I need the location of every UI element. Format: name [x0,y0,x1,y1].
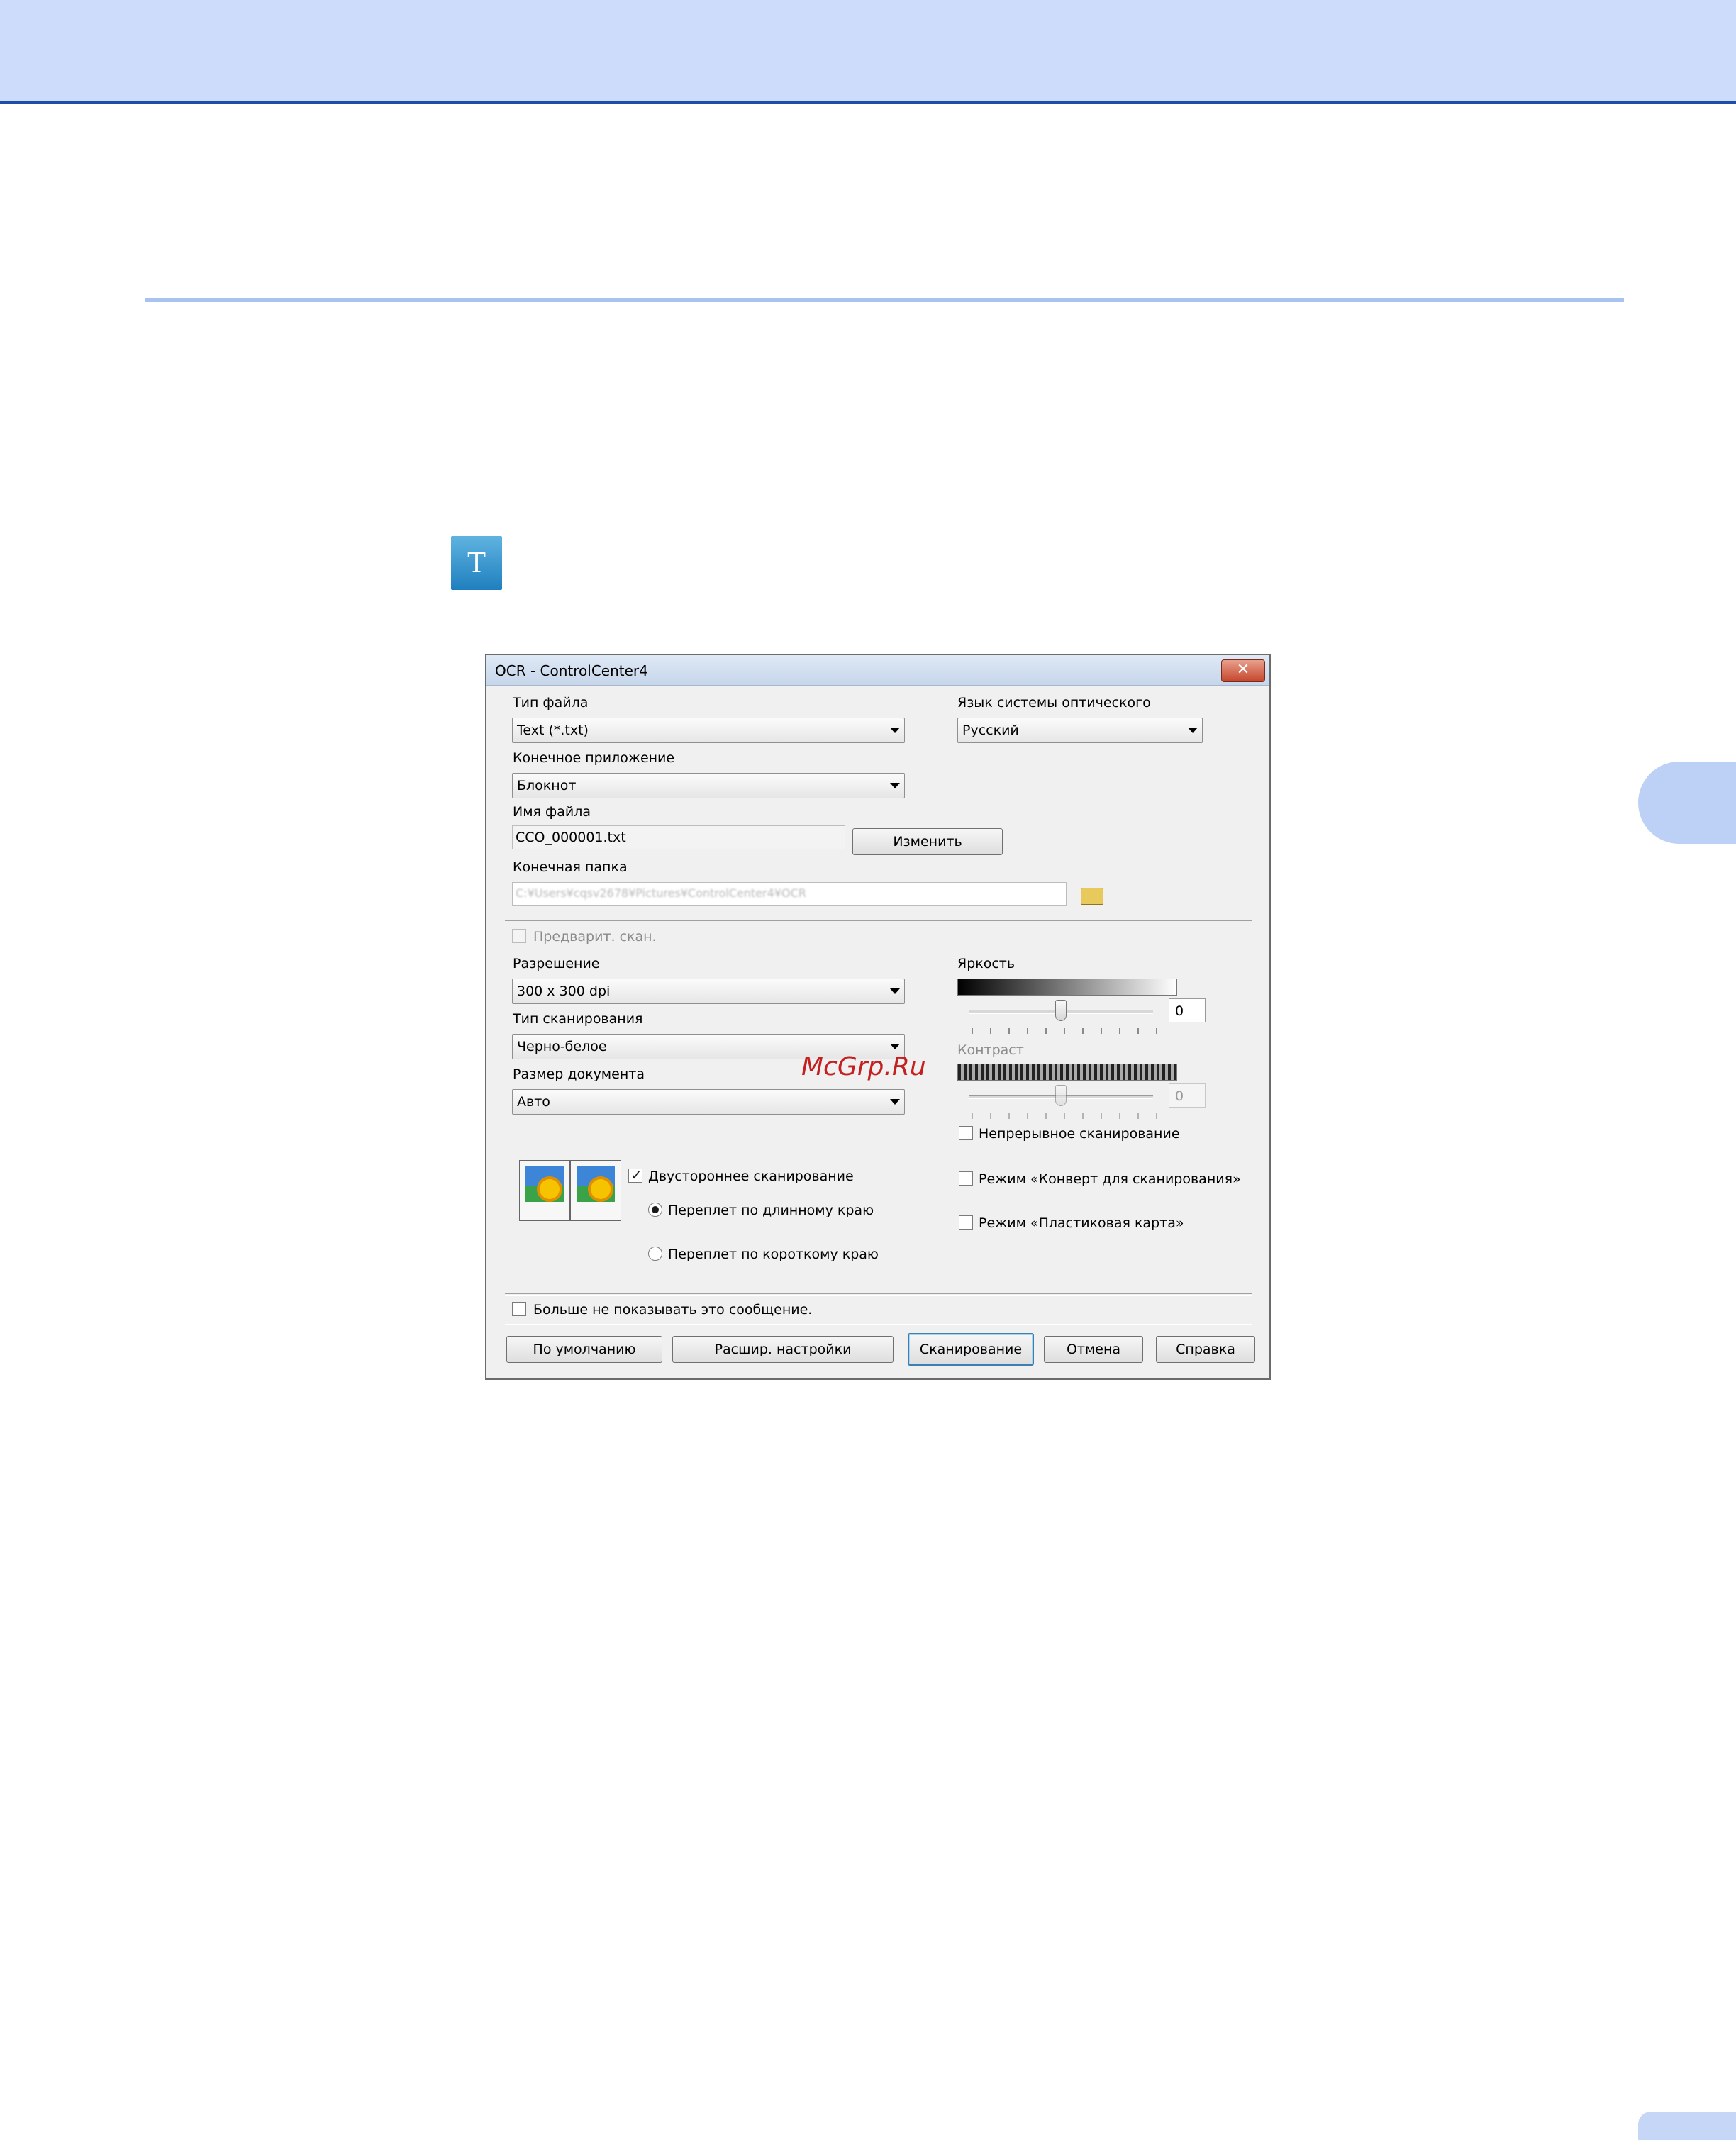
chevron-down-icon [1188,728,1198,733]
dest-folder-label: Конечная папка [513,859,628,875]
contrast-input[interactable]: 0 [1169,1083,1206,1108]
change-filename-button[interactable]: Изменить [852,828,1003,855]
duplex-page-left-image [519,1160,570,1221]
binding-short-radio[interactable] [648,1247,662,1261]
brightness-input[interactable]: 0 [1169,998,1206,1022]
dialog-titlebar: OCR - ControlCenter4 ✕ [486,655,1269,686]
sunflower-icon [591,1179,611,1199]
binding-long-radio[interactable] [648,1203,662,1217]
resolution-label: Разрешение [513,956,600,971]
ocr-language-select[interactable]: Русский [957,718,1203,743]
brightness-slider-thumb[interactable] [1055,1000,1067,1021]
ocr-text-icon: T [451,536,502,590]
brightness-value: 0 [1175,1003,1184,1019]
target-app-value: Блокнот [517,778,577,793]
plastic-card-checkbox[interactable] [959,1215,973,1230]
checkmark-icon: ✓ [630,1166,642,1183]
duplex-checkbox[interactable]: ✓ [628,1166,642,1183]
chevron-down-icon [890,1099,900,1105]
contrast-pattern [957,1064,1177,1081]
dont-show-label: Больше не показывать это сообщение. [533,1302,813,1317]
brightness-ticks [972,1028,1157,1034]
contrast-value: 0 [1175,1088,1184,1104]
ocr-language-label: Язык системы оптического [957,695,1151,710]
separator [505,920,1252,923]
dest-folder-field[interactable]: C:¥Users¥cqsv2678¥Pictures¥ControlCenter… [512,882,1067,906]
brightness-gradient [957,979,1177,996]
file-name-label: Имя файла [513,804,591,820]
browse-folder-icon[interactable] [1081,888,1103,905]
separator [505,1322,1252,1325]
duplex-page-right-image [570,1160,621,1221]
sunflower-picture [525,1166,564,1202]
target-app-label: Конечное приложение [513,750,675,766]
close-button[interactable]: ✕ [1221,659,1265,682]
sunflower-picture [577,1166,615,1202]
separator [505,1293,1252,1296]
prescan-checkbox[interactable] [512,929,526,943]
watermark-text: McGrp.Ru [801,1052,926,1081]
page-number-tab [1638,2112,1736,2140]
chevron-down-icon [890,988,900,994]
file-name-field: CCO_000001.txt [512,825,845,849]
section-rule [145,298,1624,302]
scan-type-value: Черно-белое [517,1039,607,1054]
file-name-value: CCO_000001.txt [516,830,626,845]
contrast-slider-thumb[interactable] [1055,1085,1067,1106]
continuous-scan-label: Непрерывное сканирование [979,1126,1180,1142]
sunflower-icon [540,1179,560,1199]
chapter-tab [1638,762,1736,844]
envelope-mode-label: Режим «Конверт для сканирования» [979,1171,1241,1187]
default-button[interactable]: По умолчанию [506,1336,662,1363]
chevron-down-icon [890,728,900,733]
file-type-select[interactable]: Text (*.txt) [512,718,905,743]
chevron-down-icon [890,1044,900,1049]
dest-folder-value: C:¥Users¥cqsv2678¥Pictures¥ControlCenter… [516,886,806,900]
page-header-band [0,0,1736,104]
binding-long-label: Переплет по длинному краю [668,1203,874,1218]
dialog-title: OCR - ControlCenter4 [495,662,648,679]
file-type-label: Тип файла [513,695,589,710]
target-app-select[interactable]: Блокнот [512,773,905,798]
resolution-value: 300 x 300 dpi [517,983,611,999]
file-type-value: Text (*.txt) [517,723,589,738]
doc-size-label: Размер документа [513,1066,645,1082]
ocr-dialog: OCR - ControlCenter4 ✕ Тип файла Text (*… [485,654,1271,1380]
doc-size-select[interactable]: Авто [512,1089,905,1115]
resolution-select[interactable]: 300 x 300 dpi [512,979,905,1004]
cancel-button[interactable]: Отмена [1044,1336,1143,1363]
brightness-label: Яркость [957,956,1016,971]
contrast-label: Контраст [957,1042,1024,1058]
scan-button[interactable]: Сканирование [908,1333,1034,1366]
prescan-label: Предварит. скан. [533,929,657,944]
plastic-card-label: Режим «Пластиковая карта» [979,1215,1184,1231]
scan-type-label: Тип сканирования [513,1011,643,1027]
dont-show-checkbox[interactable] [512,1302,526,1316]
doc-size-value: Авто [517,1094,550,1110]
radio-selected-dot [652,1206,659,1213]
envelope-mode-checkbox[interactable] [959,1171,973,1186]
duplex-label: Двустороннее сканирование [648,1169,854,1184]
chevron-down-icon [890,783,900,788]
continuous-scan-checkbox[interactable] [959,1126,973,1140]
help-button[interactable]: Справка [1156,1336,1255,1363]
advanced-settings-button[interactable]: Расшир. настройки [672,1336,894,1363]
ocr-language-value: Русский [962,723,1019,738]
contrast-ticks [972,1113,1157,1119]
binding-short-label: Переплет по короткому краю [668,1247,879,1262]
